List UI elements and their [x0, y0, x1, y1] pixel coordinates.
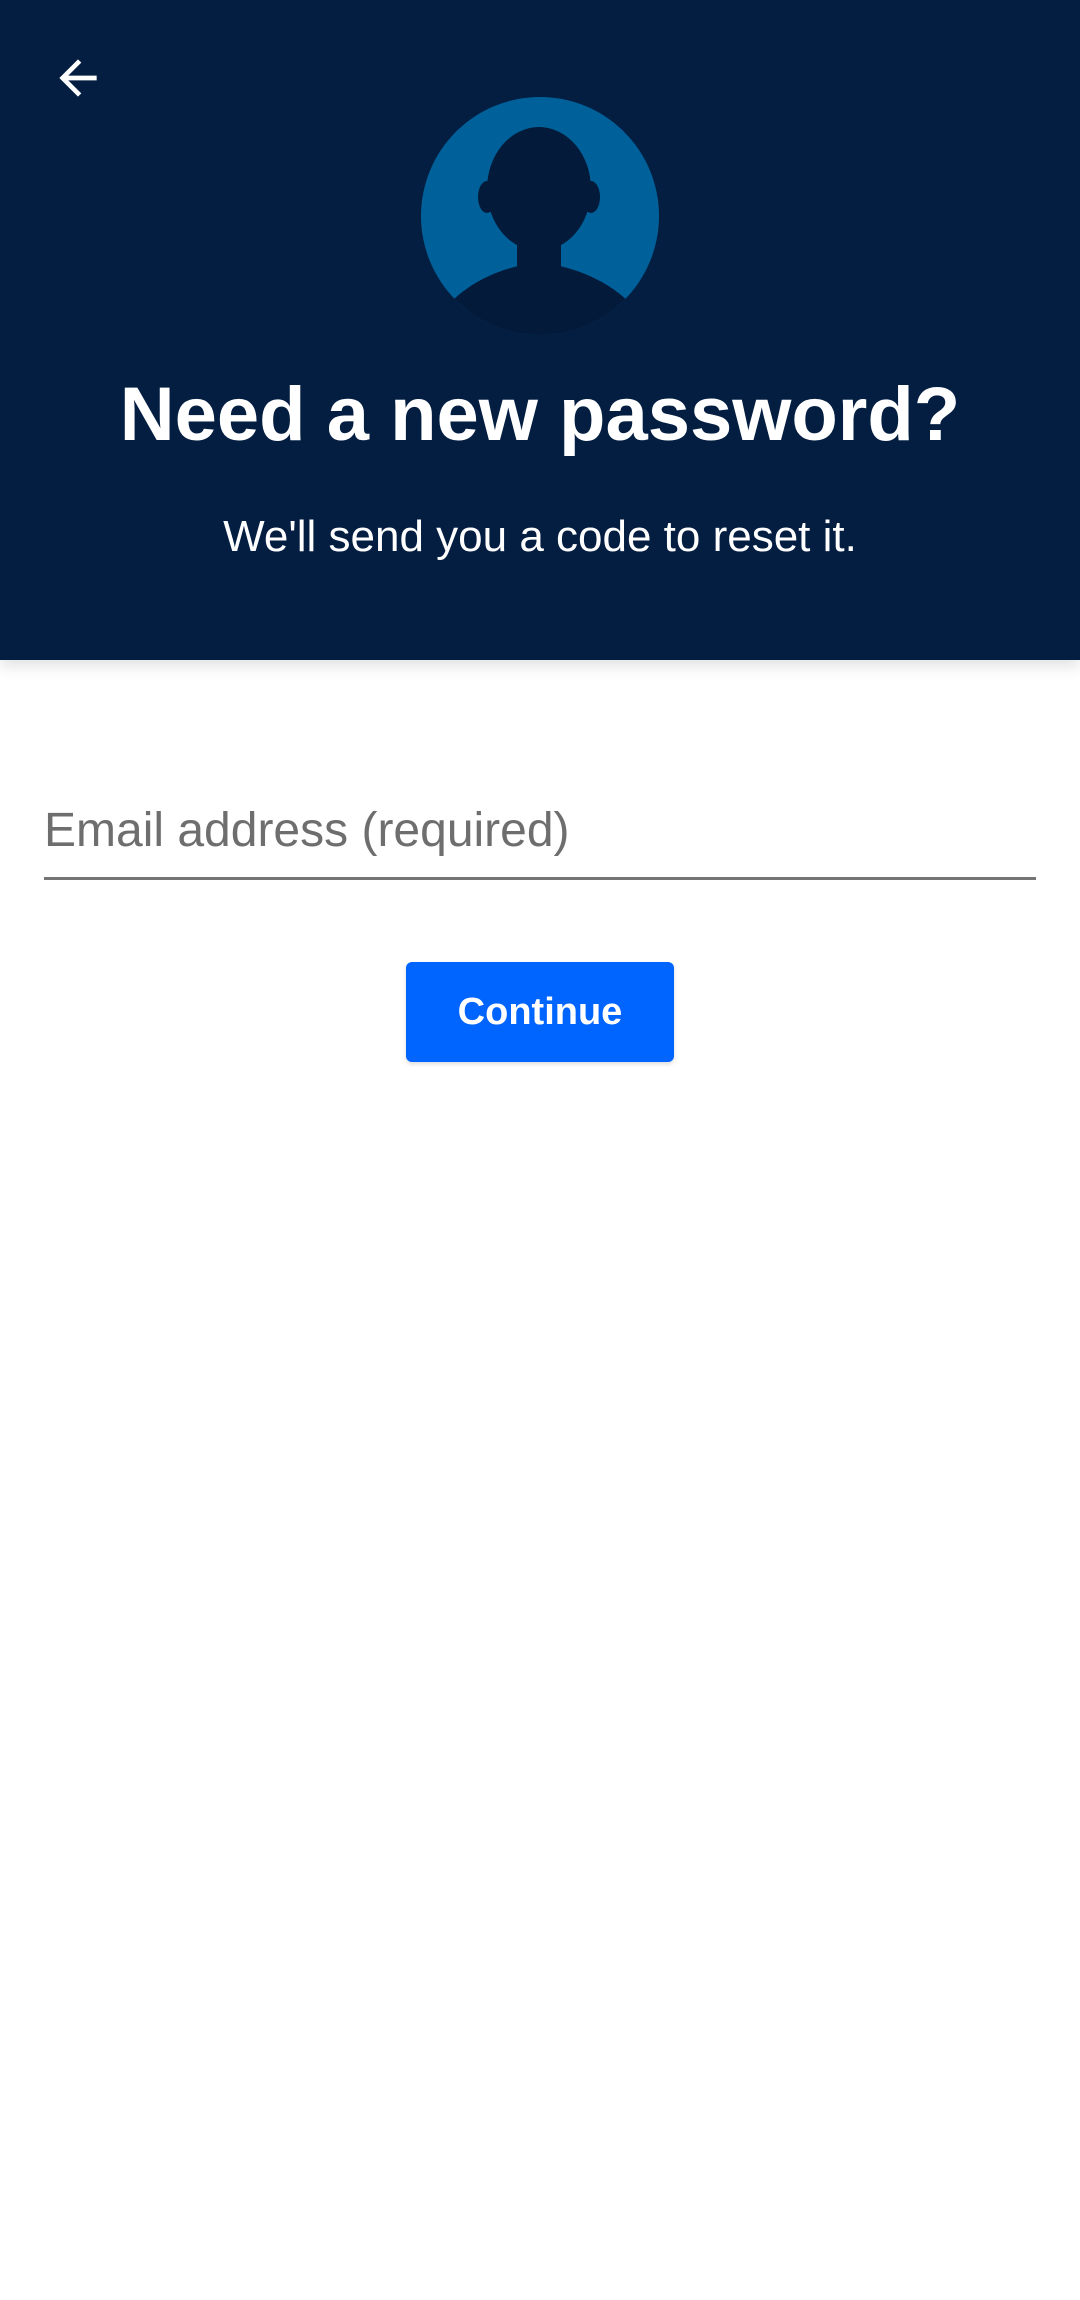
header-panel: Need a new password? We'll send you a co…: [0, 0, 1080, 660]
back-button[interactable]: [40, 40, 116, 116]
continue-button[interactable]: Continue: [406, 962, 674, 1062]
page-title: Need a new password?: [119, 372, 961, 457]
page-subtitle: We'll send you a code to reset it.: [223, 512, 857, 561]
avatar: [421, 97, 659, 335]
person-silhouette-icon: [451, 127, 629, 335]
arrow-left-icon: [59, 59, 97, 97]
email-field[interactable]: [44, 790, 1036, 880]
